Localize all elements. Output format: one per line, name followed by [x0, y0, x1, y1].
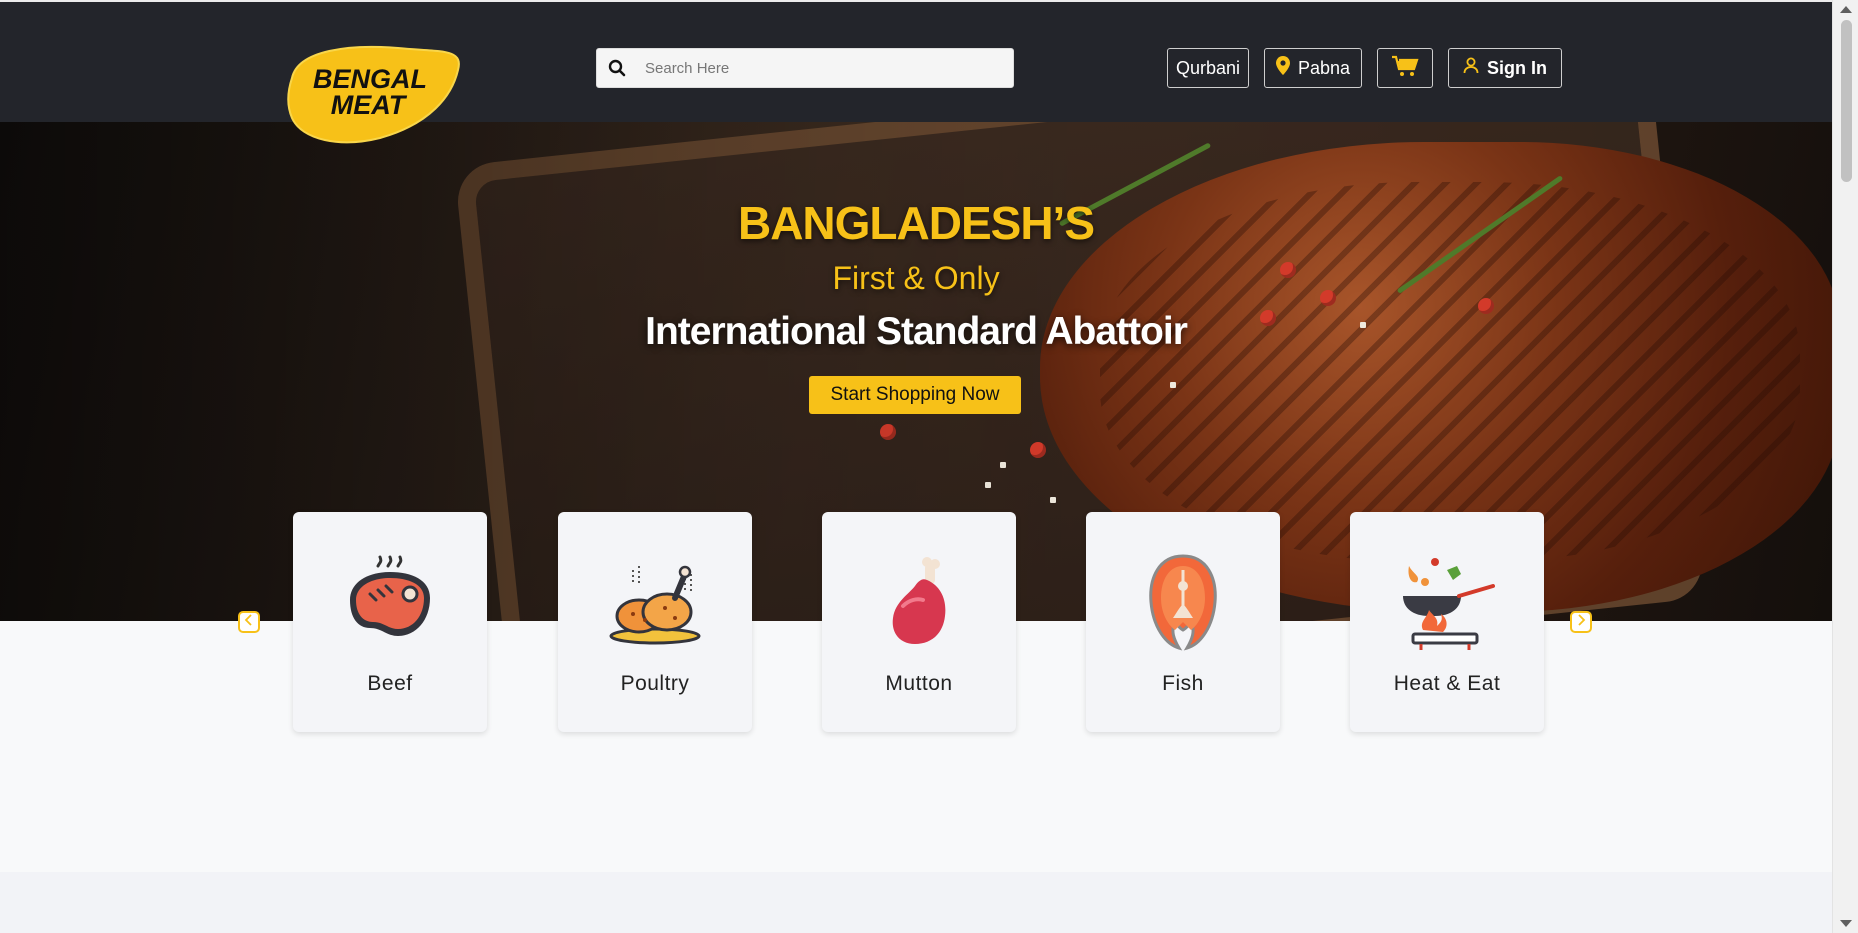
sign-in-button[interactable]: Sign In [1448, 48, 1562, 88]
search-icon[interactable] [597, 48, 637, 88]
carousel-next-button[interactable] [1570, 611, 1592, 633]
hero-heading: BANGLADESH’S [737, 197, 1095, 249]
chevron-left-icon [244, 613, 254, 631]
sign-in-label: Sign In [1487, 57, 1547, 78]
scroll-up-arrow-icon[interactable] [1840, 6, 1852, 13]
page-viewport: Qurbani Pabna Sign In BENGAL MEAT [0, 0, 1832, 933]
qurbani-button[interactable]: Qurbani [1167, 48, 1249, 88]
search-input[interactable] [637, 49, 997, 87]
next-section-band [0, 872, 1832, 933]
page-scrollbar[interactable] [1832, 0, 1858, 933]
category-card-fish[interactable]: Fish [1086, 512, 1280, 732]
category-card-heat-and-eat[interactable]: Heat & Eat [1350, 512, 1544, 732]
location-label: Pabna [1297, 57, 1351, 78]
start-shopping-button[interactable]: Start Shopping Now [809, 376, 1021, 414]
category-card-poultry[interactable]: Poultry [558, 512, 752, 732]
chevron-right-icon [1576, 613, 1586, 631]
category-card-beef[interactable]: Beef [293, 512, 487, 732]
category-label: Mutton [885, 672, 953, 695]
category-label: Poultry [620, 672, 690, 695]
logo-text-meat: MEAT [331, 90, 408, 120]
user-icon [1463, 57, 1479, 79]
map-pin-icon [1275, 56, 1290, 80]
roast-chicken-icon [605, 552, 705, 652]
bengal-meat-logo[interactable]: BENGAL MEAT [280, 40, 462, 146]
category-card-mutton[interactable]: Mutton [822, 512, 1016, 732]
cart-icon [1390, 54, 1420, 83]
scroll-down-arrow-icon[interactable] [1840, 920, 1852, 927]
category-label: Heat & Eat [1393, 672, 1501, 695]
category-label: Beef [367, 672, 413, 695]
carousel-prev-button[interactable] [238, 611, 260, 633]
search-bar[interactable] [596, 48, 1014, 88]
qurbani-label: Qurbani [1175, 57, 1241, 78]
category-label: Fish [1162, 672, 1204, 695]
hero-tagline: International Standard Abattoir [645, 310, 1188, 353]
beef-steak-icon [340, 552, 440, 652]
site-header: Qurbani Pabna Sign In [0, 0, 1832, 122]
cooking-pan-icon [1397, 552, 1497, 652]
hero-subheading: First & Only [832, 260, 1000, 296]
cart-button[interactable] [1377, 48, 1433, 88]
location-button[interactable]: Pabna [1264, 48, 1362, 88]
fish-steak-icon [1133, 552, 1233, 652]
mutton-leg-icon [869, 552, 969, 652]
scrollbar-thumb[interactable] [1841, 20, 1852, 182]
